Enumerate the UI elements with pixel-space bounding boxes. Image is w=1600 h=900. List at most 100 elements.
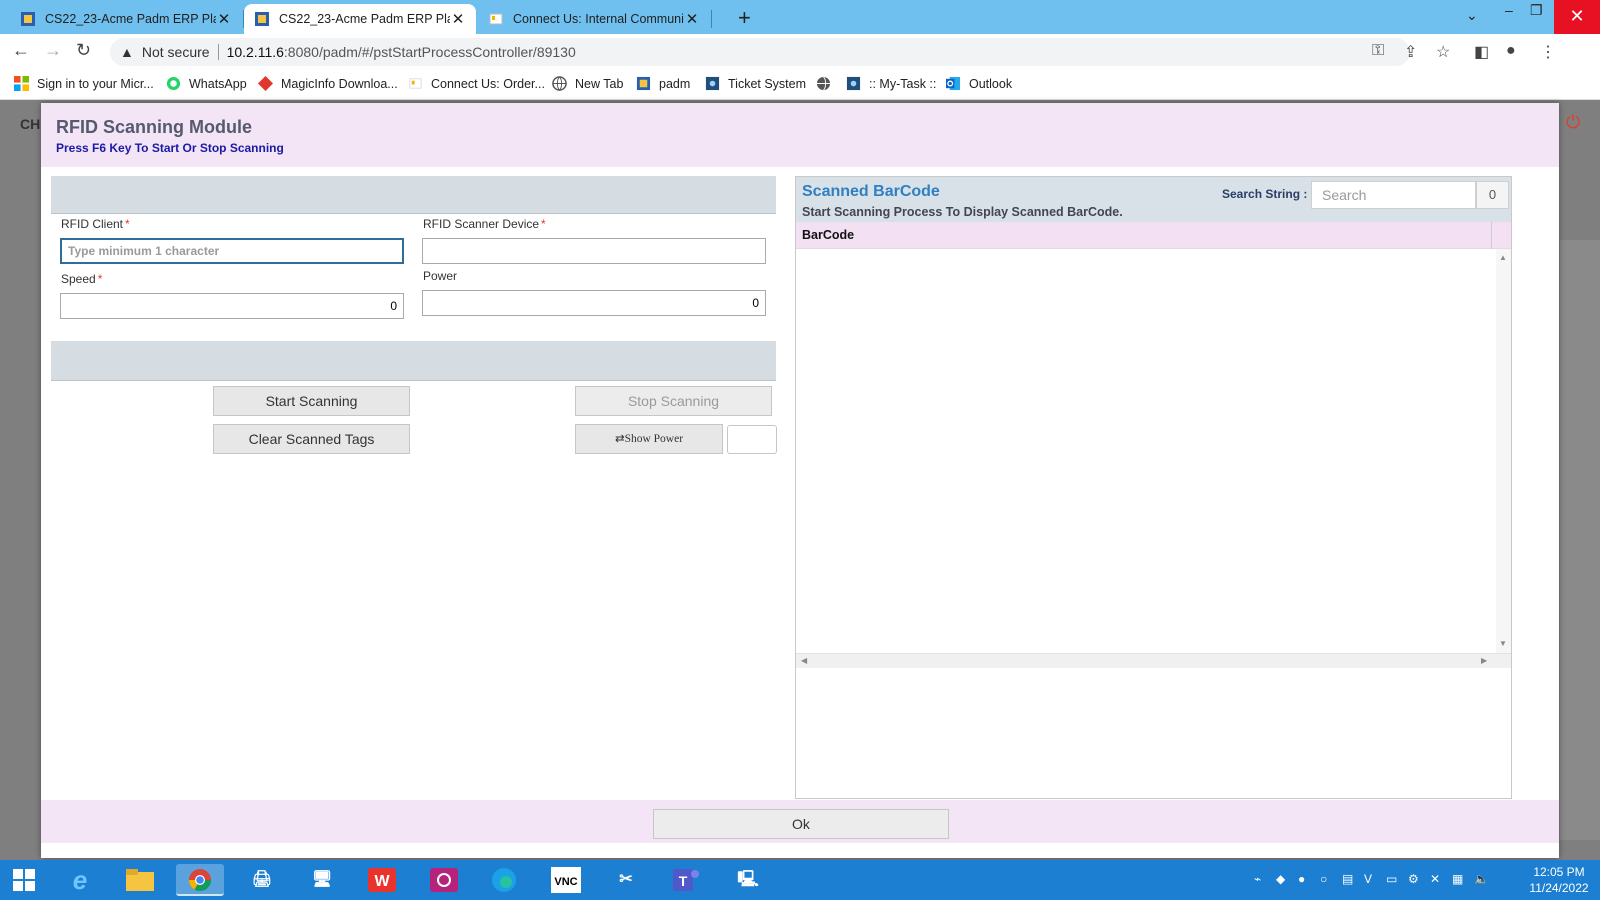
bookmark-whatsapp[interactable]: WhatsApp: [166, 76, 247, 91]
globe-icon: [552, 76, 567, 91]
tray-app-icon[interactable]: ▭: [1386, 872, 1397, 886]
scroll-left-icon[interactable]: ◀: [801, 656, 807, 665]
clear-scanned-tags-button[interactable]: Clear Scanned Tags: [213, 424, 410, 454]
bookmark-microsoft[interactable]: Sign in to your Micr...: [14, 76, 154, 91]
tab-search-chevron-icon[interactable]: ⌄: [1466, 7, 1478, 24]
browser-tab-1[interactable]: CS22_23-Acme Padm ERP Platform ✕: [10, 4, 242, 34]
internet-explorer-icon[interactable]: e: [56, 864, 104, 896]
tray-app-icon[interactable]: V: [1364, 872, 1372, 886]
scroll-up-icon[interactable]: ▲: [1499, 253, 1507, 262]
snipping-tool-icon[interactable]: ✂: [602, 864, 650, 896]
back-icon[interactable]: ←: [12, 40, 30, 61]
speed-label: Speed *: [61, 272, 102, 286]
bookmark-new-tab[interactable]: New Tab: [552, 76, 623, 91]
file-explorer-icon[interactable]: [116, 864, 164, 896]
stop-scanning-button[interactable]: Stop Scanning: [575, 386, 772, 416]
bookmark-label: :: My-Task ::: [869, 76, 937, 91]
bookmark-star-icon[interactable]: ☆: [1436, 42, 1450, 62]
close-tab-icon[interactable]: ✕: [684, 10, 700, 28]
vnc-viewer-icon[interactable]: VNC: [542, 864, 590, 896]
rfid-scanner-device-label: RFID Scanner Device *: [423, 217, 546, 231]
side-panel-icon[interactable]: ◧: [1474, 42, 1489, 62]
rfid-scanner-device-input[interactable]: [422, 238, 766, 264]
browser-tabstrip: CS22_23-Acme Padm ERP Platform ✕ CS22_23…: [0, 0, 1600, 34]
rfid-client-label-text: RFID Client: [61, 217, 124, 231]
browser-tab-3[interactable]: Connect Us: Internal Communica ✕: [478, 4, 710, 34]
forward-icon[interactable]: →: [44, 40, 62, 61]
svg-text:T: T: [679, 873, 688, 889]
actions-section-header: [51, 341, 776, 381]
remote-desktop-icon[interactable]: 🖳: [724, 864, 772, 896]
bookmark-globe[interactable]: [816, 76, 839, 91]
key-icon[interactable]: ⚿: [1372, 42, 1384, 60]
modal-header: RFID Scanning Module Press F6 Key To Sta…: [41, 103, 1559, 167]
tray-app-icon[interactable]: ▤: [1342, 872, 1353, 886]
barcode-column-header[interactable]: BarCode: [796, 222, 1511, 249]
barcode-horizontal-scrollbar[interactable]: ◀ ▶: [796, 653, 1511, 668]
bookmark-connect-order[interactable]: Connect Us: Order...: [408, 76, 545, 91]
bookmark-ticket-system[interactable]: Ticket System: [705, 76, 806, 91]
scroll-right-icon[interactable]: ▶: [1481, 656, 1487, 665]
tray-app-icon[interactable]: ⚙: [1408, 872, 1419, 886]
connect-icon: [409, 78, 422, 89]
ticket-icon: [705, 76, 720, 91]
new-tab-button[interactable]: +: [738, 5, 751, 31]
reload-icon[interactable]: ↻: [76, 40, 91, 61]
browser-tab-title: CS22_23-Acme Padm ERP Platform: [279, 12, 450, 26]
restore-icon[interactable]: ❐: [1530, 2, 1543, 19]
rfid-client-input[interactable]: [60, 238, 404, 264]
wps-office-icon[interactable]: W: [358, 864, 406, 896]
chrome-taskbar-icon[interactable]: [176, 864, 224, 896]
power-input[interactable]: [422, 290, 766, 316]
rfid-client-label: RFID Client *: [61, 217, 130, 231]
tray-speaker-icon[interactable]: 🔈: [1474, 872, 1489, 886]
menu-kebab-icon[interactable]: ⋮: [1540, 42, 1556, 62]
power-off-icon[interactable]: ⏻: [1566, 112, 1580, 133]
rfid-scanner-device-label-text: RFID Scanner Device: [423, 217, 540, 231]
tray-app-icon[interactable]: ●: [1298, 872, 1305, 886]
required-marker: *: [125, 217, 130, 231]
close-tab-icon[interactable]: ✕: [216, 10, 232, 28]
svg-text:VNC: VNC: [554, 876, 577, 888]
barcode-search-input[interactable]: [1311, 181, 1476, 209]
barcode-vertical-scrollbar[interactable]: ▲ ▼: [1496, 249, 1511, 653]
tray-app-icon[interactable]: ✕: [1430, 872, 1440, 886]
windows-logo-icon: [13, 869, 35, 891]
control-panel-icon[interactable]: 🖥: [298, 864, 346, 896]
ok-button[interactable]: Ok: [653, 809, 949, 839]
speed-input[interactable]: [60, 293, 404, 319]
bookmark-outlook[interactable]: Outlook: [946, 76, 1012, 91]
teams-icon[interactable]: T: [662, 864, 710, 896]
profile-avatar-icon[interactable]: ●: [1506, 42, 1516, 60]
padm-favicon-icon: [255, 12, 269, 26]
close-tab-icon[interactable]: ✕: [450, 10, 466, 28]
required-marker: *: [541, 217, 546, 231]
bookmark-padm[interactable]: padm: [636, 76, 690, 91]
bookmark-my-task[interactable]: :: My-Task ::: [846, 76, 936, 91]
fax-scan-icon[interactable]: 🖨: [238, 864, 286, 896]
not-secure-label[interactable]: Not secure: [142, 44, 210, 60]
clock-date: 11/24/2022: [1529, 881, 1589, 895]
address-host: 10.2.11.6: [226, 44, 284, 60]
tray-wifi-icon[interactable]: ▦: [1452, 872, 1463, 886]
edge-icon[interactable]: [480, 864, 528, 896]
camera-app-icon[interactable]: [420, 864, 468, 896]
browser-tab-title: CS22_23-Acme Padm ERP Platform: [45, 12, 216, 26]
tray-network-icon[interactable]: ⌁: [1254, 872, 1261, 886]
show-power-button[interactable]: ⇄Show Power: [575, 424, 723, 454]
scanned-barcode-header: Scanned BarCode Start Scanning Process T…: [796, 177, 1511, 222]
scanned-barcode-subtitle: Start Scanning Process To Display Scanne…: [802, 205, 1123, 219]
warning-icon[interactable]: ▲: [120, 44, 134, 60]
taskbar-clock[interactable]: 12:05 PM 11/24/2022: [1524, 864, 1594, 896]
minimize-icon[interactable]: –: [1505, 2, 1513, 18]
window-close-icon[interactable]: ✕: [1554, 0, 1600, 34]
tray-app-icon[interactable]: ○: [1320, 872, 1327, 886]
share-icon[interactable]: ⇪: [1404, 42, 1417, 62]
address-bar[interactable]: ▲ Not secure 10.2.11.6 :8080/padm/#/pstS…: [110, 38, 1410, 66]
start-button[interactable]: [0, 864, 48, 896]
scroll-down-icon[interactable]: ▼: [1499, 639, 1507, 648]
start-scanning-button[interactable]: Start Scanning: [213, 386, 410, 416]
tray-app-icon[interactable]: ◆: [1276, 872, 1285, 886]
bookmark-magicinfo[interactable]: MagicInfo Downloa...: [258, 76, 398, 91]
browser-tab-2[interactable]: CS22_23-Acme Padm ERP Platform ✕: [244, 4, 476, 34]
